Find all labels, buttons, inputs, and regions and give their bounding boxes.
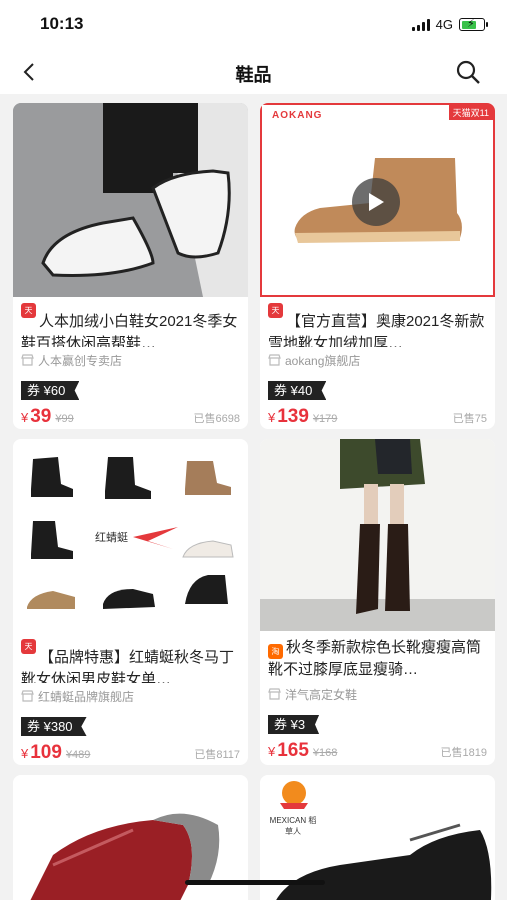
tmall-badge-icon: 天猫 bbox=[21, 639, 36, 666]
product-card[interactable]: 红蜻蜓 天猫 【品牌特惠】红蜻蜓秋冬马丁靴女休闲男皮鞋女单… 红蜻蜓品牌旗舰店 券… bbox=[13, 439, 248, 765]
tmall-badge-icon: 天猫 bbox=[268, 303, 283, 330]
shop-icon bbox=[21, 690, 34, 702]
promo-tag: 天猫双11 bbox=[448, 105, 493, 120]
product-card[interactable]: AOKANG 天猫双11 天猫 【官方直营】奥康2021冬新款雪地靴女加绒加厚… … bbox=[260, 103, 495, 429]
taobao-badge-icon: 淘 bbox=[268, 644, 283, 659]
status-time: 10:13 bbox=[40, 14, 84, 33]
sold-count: 已售6698 bbox=[193, 413, 240, 425]
nav-bar: 鞋品 bbox=[0, 50, 507, 94]
price: 109 bbox=[30, 742, 62, 763]
home-indicator[interactable] bbox=[185, 880, 325, 885]
play-icon bbox=[369, 193, 384, 211]
status-indicators: 4G ⚡ bbox=[411, 17, 488, 32]
product-image: 红蜻蜓 bbox=[13, 439, 248, 633]
product-title: 天猫 【品牌特惠】红蜻蜓秋冬马丁靴女休闲男皮鞋女单… bbox=[21, 639, 240, 683]
price-row: ¥ 165 ¥168 已售1819 bbox=[268, 740, 487, 761]
shop-icon bbox=[268, 688, 281, 700]
product-card[interactable]: 天猫 人本加绒小白鞋女2021冬季女鞋百搭休闲高帮鞋… 人本赢创专卖店 券 ¥60… bbox=[13, 103, 248, 429]
original-price: ¥99 bbox=[55, 413, 74, 425]
shop-icon bbox=[21, 354, 34, 366]
shop-name[interactable]: 洋气高定女鞋 bbox=[268, 685, 487, 703]
sold-count: 已售1819 bbox=[440, 747, 487, 759]
product-title: 天猫 【官方直营】奥康2021冬新款雪地靴女加绒加厚… bbox=[268, 303, 487, 347]
shop-name[interactable]: 人本赢创专卖店 bbox=[21, 351, 240, 369]
sold-count: 已售8117 bbox=[194, 749, 240, 761]
brand-logo: AOKANG bbox=[272, 110, 323, 121]
price-row: ¥ 109 ¥489 已售8117 bbox=[21, 742, 240, 763]
price-row: ¥ 139 ¥179 已售75 bbox=[268, 406, 487, 427]
price-row: ¥ 39 ¥99 已售6698 bbox=[21, 406, 240, 427]
page-title: 鞋品 bbox=[235, 65, 272, 85]
product-title: 天猫 人本加绒小白鞋女2021冬季女鞋百搭休闲高帮鞋… bbox=[21, 303, 240, 347]
shop-name[interactable]: aokang旗舰店 bbox=[268, 351, 487, 369]
play-button[interactable] bbox=[352, 178, 400, 226]
sold-count: 已售75 bbox=[452, 413, 487, 425]
coupon-badge: 券 ¥3 bbox=[268, 715, 320, 734]
product-image: AOKANG 天猫双11 bbox=[260, 103, 495, 297]
coupon-badge: 券 ¥380 bbox=[21, 717, 87, 736]
price: 165 bbox=[277, 740, 309, 761]
product-image bbox=[260, 439, 495, 631]
network-type: 4G bbox=[435, 17, 453, 32]
tmall-badge-icon: 天猫 bbox=[21, 303, 36, 330]
coupon-badge: 券 ¥60 bbox=[21, 381, 80, 400]
product-title: 淘秋冬季新款棕色长靴瘦瘦高筒靴不过膝厚底显瘦骑… bbox=[268, 639, 482, 678]
original-price: ¥168 bbox=[312, 747, 338, 759]
product-card[interactable]: 淘秋冬季新款棕色长靴瘦瘦高筒靴不过膝厚底显瘦骑… 洋气高定女鞋 券 ¥3 ¥ 1… bbox=[260, 439, 495, 765]
status-bar: 10:13 4G ⚡ bbox=[0, 0, 507, 50]
signal-icon bbox=[411, 18, 430, 31]
original-price: ¥489 bbox=[65, 749, 91, 761]
coupon-badge: 券 ¥40 bbox=[268, 381, 327, 400]
shop-icon bbox=[268, 354, 281, 366]
search-button[interactable] bbox=[453, 58, 483, 86]
battery-icon: ⚡ bbox=[459, 18, 488, 31]
svg-text:红蜻蜓: 红蜻蜓 bbox=[95, 530, 128, 544]
product-image bbox=[13, 103, 248, 297]
brand-logo: MEXICAN 稻草人 bbox=[269, 816, 317, 836]
shop-name[interactable]: 红蜻蜓品牌旗舰店 bbox=[21, 687, 240, 705]
price: 39 bbox=[30, 406, 52, 427]
original-price: ¥179 bbox=[312, 413, 338, 425]
search-icon bbox=[456, 60, 480, 84]
price: 139 bbox=[277, 406, 309, 427]
